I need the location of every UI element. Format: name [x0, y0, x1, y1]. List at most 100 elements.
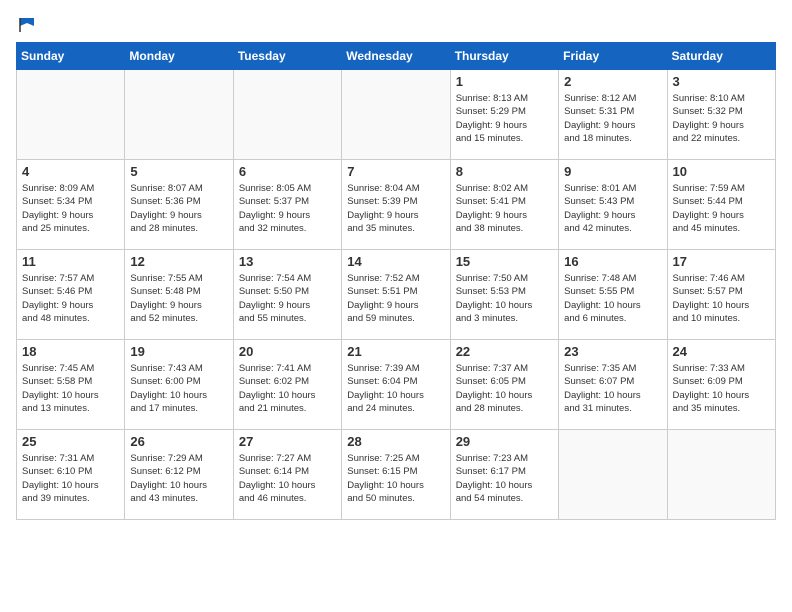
day-info: Sunrise: 7:35 AMSunset: 6:07 PMDaylight:…	[564, 362, 661, 415]
day-number: 1	[456, 74, 553, 89]
day-number: 5	[130, 164, 227, 179]
calendar-cell: 19Sunrise: 7:43 AMSunset: 6:00 PMDayligh…	[125, 340, 233, 430]
day-info: Sunrise: 7:57 AMSunset: 5:46 PMDaylight:…	[22, 272, 119, 325]
day-number: 27	[239, 434, 336, 449]
day-number: 17	[673, 254, 770, 269]
calendar-cell: 28 Sunrise: 7:25 AMSunset: 6:15 PMDayligh…	[342, 430, 450, 520]
calendar-cell: 15 Sunrise: 7:50 AMSunset: 5:53 PMDayligh…	[450, 250, 558, 340]
calendar-cell	[559, 430, 667, 520]
header-friday: Friday	[559, 43, 667, 70]
day-number: 23	[564, 344, 661, 359]
calendar-cell: 9 Sunrise: 8:01 AMSunset: 5:43 PMDaylight…	[559, 160, 667, 250]
header-sunday: Sunday	[17, 43, 125, 70]
day-info: Sunrise: 7:50 AMSunset: 5:53 PMDaylight:…	[456, 272, 553, 325]
day-number: 26	[130, 434, 227, 449]
header-thursday: Thursday	[450, 43, 558, 70]
page-header	[16, 16, 776, 30]
calendar-cell: 1Sunrise: 8:13 AMSunset: 5:29 PMDaylight…	[450, 70, 558, 160]
day-info: Sunrise: 7:29 AMSunset: 6:12 PMDaylight:…	[130, 452, 227, 505]
calendar-cell	[17, 70, 125, 160]
day-info: Sunrise: 8:01 AMSunset: 5:43 PMDaylight:…	[564, 182, 661, 235]
day-number: 4	[22, 164, 119, 179]
day-number: 25	[22, 434, 119, 449]
calendar-table: SundayMondayTuesdayWednesdayThursdayFrid…	[16, 42, 776, 520]
day-info: Sunrise: 7:59 AMSunset: 5:44 PMDaylight:…	[673, 182, 770, 235]
day-info: Sunrise: 8:07 AMSunset: 5:36 PMDaylight:…	[130, 182, 227, 235]
day-info: Sunrise: 7:33 AMSunset: 6:09 PMDaylight:…	[673, 362, 770, 415]
header-monday: Monday	[125, 43, 233, 70]
day-number: 28	[347, 434, 444, 449]
day-info: Sunrise: 7:46 AMSunset: 5:57 PMDaylight:…	[673, 272, 770, 325]
day-info: Sunrise: 8:12 AMSunset: 5:31 PMDaylight:…	[564, 92, 661, 145]
week-row-1: 4Sunrise: 8:09 AMSunset: 5:34 PMDaylight…	[17, 160, 776, 250]
calendar-cell: 4Sunrise: 8:09 AMSunset: 5:34 PMDaylight…	[17, 160, 125, 250]
day-number: 16	[564, 254, 661, 269]
day-number: 6	[239, 164, 336, 179]
calendar-cell: 6 Sunrise: 8:05 AMSunset: 5:37 PMDaylight…	[233, 160, 341, 250]
calendar-cell: 10 Sunrise: 7:59 AMSunset: 5:44 PMDayligh…	[667, 160, 775, 250]
calendar-cell: 21 Sunrise: 7:39 AMSunset: 6:04 PMDayligh…	[342, 340, 450, 430]
day-number: 2	[564, 74, 661, 89]
day-info: Sunrise: 7:55 AMSunset: 5:48 PMDaylight:…	[130, 272, 227, 325]
week-row-0: 1Sunrise: 8:13 AMSunset: 5:29 PMDaylight…	[17, 70, 776, 160]
calendar-cell: 2 Sunrise: 8:12 AMSunset: 5:31 PMDaylight…	[559, 70, 667, 160]
calendar-cell	[233, 70, 341, 160]
day-info: Sunrise: 7:23 AMSunset: 6:17 PMDaylight:…	[456, 452, 553, 505]
day-number: 10	[673, 164, 770, 179]
calendar-cell: 12 Sunrise: 7:55 AMSunset: 5:48 PMDayligh…	[125, 250, 233, 340]
week-row-2: 11 Sunrise: 7:57 AMSunset: 5:46 PMDayligh…	[17, 250, 776, 340]
calendar-header-row: SundayMondayTuesdayWednesdayThursdayFrid…	[17, 43, 776, 70]
week-row-3: 18 Sunrise: 7:45 AMSunset: 5:58 PMDayligh…	[17, 340, 776, 430]
calendar-cell: 5 Sunrise: 8:07 AMSunset: 5:36 PMDaylight…	[125, 160, 233, 250]
day-number: 20	[239, 344, 336, 359]
day-number: 8	[456, 164, 553, 179]
day-info: Sunrise: 7:41 AMSunset: 6:02 PMDaylight:…	[239, 362, 336, 415]
calendar-cell: 17 Sunrise: 7:46 AMSunset: 5:57 PMDayligh…	[667, 250, 775, 340]
day-number: 9	[564, 164, 661, 179]
day-info: Sunrise: 7:48 AMSunset: 5:55 PMDaylight:…	[564, 272, 661, 325]
day-number: 12	[130, 254, 227, 269]
day-info: Sunrise: 7:39 AMSunset: 6:04 PMDaylight:…	[347, 362, 444, 415]
day-info: Sunrise: 7:37 AMSunset: 6:05 PMDaylight:…	[456, 362, 553, 415]
day-info: Sunrise: 7:31 AMSunset: 6:10 PMDaylight:…	[22, 452, 119, 505]
day-number: 3	[673, 74, 770, 89]
day-number: 11	[22, 254, 119, 269]
day-info: Sunrise: 7:43 AMSunset: 6:00 PMDaylight:…	[130, 362, 227, 415]
logo	[16, 16, 36, 30]
day-number: 14	[347, 254, 444, 269]
day-info: Sunrise: 7:45 AMSunset: 5:58 PMDaylight:…	[22, 362, 119, 415]
calendar-cell: 11 Sunrise: 7:57 AMSunset: 5:46 PMDayligh…	[17, 250, 125, 340]
day-info: Sunrise: 8:05 AMSunset: 5:37 PMDaylight:…	[239, 182, 336, 235]
day-number: 29	[456, 434, 553, 449]
calendar-cell: 29 Sunrise: 7:23 AMSunset: 6:17 PMDayligh…	[450, 430, 558, 520]
calendar-cell	[125, 70, 233, 160]
calendar-cell: 20 Sunrise: 7:41 AMSunset: 6:02 PMDayligh…	[233, 340, 341, 430]
day-number: 21	[347, 344, 444, 359]
week-row-4: 25 Sunrise: 7:31 AMSunset: 6:10 PMDayligh…	[17, 430, 776, 520]
day-info: Sunrise: 7:54 AMSunset: 5:50 PMDaylight:…	[239, 272, 336, 325]
day-info: Sunrise: 7:25 AMSunset: 6:15 PMDaylight:…	[347, 452, 444, 505]
calendar-cell: 22Sunrise: 7:37 AMSunset: 6:05 PMDayligh…	[450, 340, 558, 430]
day-number: 18	[22, 344, 119, 359]
logo-flag-icon	[18, 16, 36, 34]
calendar-cell: 25 Sunrise: 7:31 AMSunset: 6:10 PMDayligh…	[17, 430, 125, 520]
calendar-body: 1Sunrise: 8:13 AMSunset: 5:29 PMDaylight…	[17, 70, 776, 520]
calendar-cell: 23 Sunrise: 7:35 AMSunset: 6:07 PMDayligh…	[559, 340, 667, 430]
day-info: Sunrise: 7:27 AMSunset: 6:14 PMDaylight:…	[239, 452, 336, 505]
header-saturday: Saturday	[667, 43, 775, 70]
calendar-cell	[342, 70, 450, 160]
calendar-cell: 3Sunrise: 8:10 AMSunset: 5:32 PMDaylight…	[667, 70, 775, 160]
calendar-cell: 18 Sunrise: 7:45 AMSunset: 5:58 PMDayligh…	[17, 340, 125, 430]
day-info: Sunrise: 8:02 AMSunset: 5:41 PMDaylight:…	[456, 182, 553, 235]
calendar-cell: 7Sunrise: 8:04 AMSunset: 5:39 PMDaylight…	[342, 160, 450, 250]
day-number: 13	[239, 254, 336, 269]
day-number: 15	[456, 254, 553, 269]
calendar-cell: 13 Sunrise: 7:54 AMSunset: 5:50 PMDayligh…	[233, 250, 341, 340]
calendar-cell	[667, 430, 775, 520]
header-tuesday: Tuesday	[233, 43, 341, 70]
day-number: 7	[347, 164, 444, 179]
calendar-cell: 14Sunrise: 7:52 AMSunset: 5:51 PMDayligh…	[342, 250, 450, 340]
header-wednesday: Wednesday	[342, 43, 450, 70]
calendar-cell: 24 Sunrise: 7:33 AMSunset: 6:09 PMDayligh…	[667, 340, 775, 430]
day-number: 24	[673, 344, 770, 359]
